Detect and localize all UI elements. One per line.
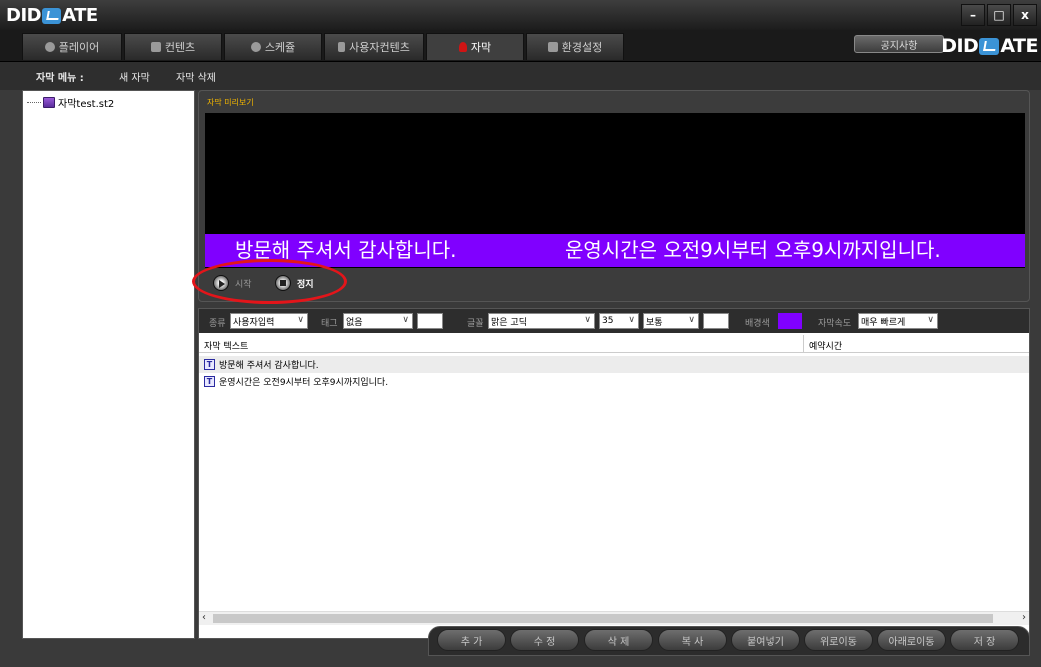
tag-label: 태그 [321, 319, 338, 329]
col-time-header[interactable]: 예약시간 [809, 339, 842, 352]
speed-select[interactable]: 매우 빠르게 ∨ [858, 313, 938, 329]
tree-item-label: 자막test.st2 [58, 99, 115, 110]
logo-suffix: ATE [62, 5, 98, 26]
font-style-select[interactable]: 보통 ∨ [643, 313, 699, 329]
logo-mark-icon [979, 37, 1000, 55]
tab-label: 컨텐츠 [164, 41, 196, 54]
scroll-left-icon[interactable]: ‹ [202, 612, 206, 623]
delete-button[interactable]: 삭 제 [584, 629, 653, 651]
copy-button[interactable]: 복 사 [658, 629, 727, 651]
subtitle-menu: 자막 메뉴 : 새 자막 자막 삭제 [0, 62, 1041, 90]
font-select[interactable]: 맑은 고딕 ∨ [488, 313, 595, 329]
new-subtitle-button[interactable]: 새 자막 [119, 69, 150, 84]
font-label: 글꼴 [467, 319, 484, 329]
type-value: 사용자입력 [233, 317, 275, 328]
subtitle-toolbar: 종류 사용자입력 ∨ 태그 없음 ∨ 글꼴 맑은 고딕 ∨ 35 ∨ 보통 ∨ 배경색 자… [199, 309, 1029, 333]
contents-icon [150, 42, 161, 52]
subtitle-file-icon [43, 97, 55, 108]
logo-text: DID [941, 35, 979, 57]
tab-label: 환경설정 [561, 41, 603, 54]
tag-value: 없음 [346, 317, 363, 328]
subtitle-marquee: 방문해 주셔서 감사합니다. 운영시간은 오전9시부터 오후9시까지입니다. [205, 234, 1025, 267]
grid-header: 자막 텍스트 예약시간 [199, 335, 1029, 353]
font-value: 맑은 고딕 [491, 317, 527, 328]
font-color-swatch[interactable] [703, 313, 729, 329]
tree-connector [27, 102, 41, 103]
type-select[interactable]: 사용자입력 ∨ [230, 313, 308, 329]
tree-item-file[interactable]: 자막test.st2 [27, 95, 114, 110]
maximize-button[interactable]: □ [987, 4, 1011, 26]
text-type-icon: T [204, 359, 215, 370]
chevron-down-icon: ∨ [402, 315, 409, 325]
save-button[interactable]: 저 장 [950, 629, 1019, 651]
font-size-value: 35 [602, 316, 614, 326]
action-bar: 추 가 수 정 삭 제 복 사 붙여넣기 위로이동 아래로이동 저 장 [428, 626, 1030, 656]
chevron-down-icon: ∨ [628, 315, 635, 325]
play-icon [44, 42, 55, 52]
move-up-button[interactable]: 위로이동 [804, 629, 873, 651]
text-color-swatch[interactable] [417, 313, 443, 329]
subtitle-icon [458, 42, 467, 52]
logo-text: DID [6, 5, 42, 26]
close-button[interactable]: x [1013, 4, 1037, 26]
paste-button[interactable]: 붙여넣기 [731, 629, 800, 651]
horizontal-scrollbar[interactable]: ‹ › [199, 611, 1029, 625]
marquee-text-2: 운영시간은 오전9시부터 오후9시까지입니다. [565, 238, 941, 262]
speed-label: 자막속도 [818, 319, 852, 329]
user-content-icon [338, 42, 346, 52]
highlight-circle [192, 259, 347, 304]
bg-color-swatch[interactable] [778, 313, 802, 329]
tab-label: 자막 [470, 41, 492, 54]
table-row[interactable]: T 방문해 주셔서 감사합니다. [199, 356, 1029, 373]
tab-schedule[interactable]: 스케쥴 [224, 33, 322, 60]
row-text: 방문해 주셔서 감사합니다. [219, 361, 319, 371]
tag-select[interactable]: 없음 ∨ [343, 313, 413, 329]
tab-player[interactable]: 플레이어 [22, 33, 122, 60]
move-down-button[interactable]: 아래로이동 [877, 629, 946, 651]
scroll-right-icon[interactable]: › [1022, 612, 1026, 623]
font-size-select[interactable]: 35 ∨ [599, 313, 639, 329]
column-divider [803, 335, 804, 353]
preview-screen: 방문해 주셔서 감사합니다. 운영시간은 오전9시부터 오후9시까지입니다. [205, 113, 1025, 268]
delete-subtitle-button[interactable]: 자막 삭제 [176, 69, 216, 84]
title-bar: DID ATE – □ x [0, 0, 1041, 30]
tab-label: 스케쥴 [264, 41, 296, 54]
scrollbar-thumb[interactable] [213, 614, 993, 623]
chevron-down-icon: ∨ [927, 315, 934, 325]
speed-value: 매우 빠르게 [861, 317, 906, 328]
chevron-down-icon: ∨ [584, 315, 591, 325]
tab-user-content[interactable]: 사용자컨텐츠 [324, 33, 424, 60]
tab-contents[interactable]: 컨텐츠 [124, 33, 222, 60]
col-text-header[interactable]: 자막 텍스트 [204, 339, 248, 352]
font-style-value: 보통 [646, 317, 663, 328]
add-button[interactable]: 추 가 [437, 629, 506, 651]
subtitle-file-tree: 자막test.st2 [22, 90, 195, 639]
brand-logo: DID ATE [941, 35, 1038, 57]
logo-mark-icon [42, 7, 62, 24]
settings-icon [547, 42, 558, 52]
schedule-icon [250, 42, 261, 52]
preview-title: 자막 미리보기 [207, 98, 254, 107]
app-window: DID ATE – □ x 플레이어 컨텐츠 스케쥴 사용자컨텐츠 자막 환경설정… [0, 0, 1041, 667]
text-type-icon: T [204, 376, 215, 387]
menu-title: 자막 메뉴 : [36, 72, 84, 84]
notice-button[interactable]: 공지사항 [854, 35, 944, 53]
tab-bar: 플레이어 컨텐츠 스케쥴 사용자컨텐츠 자막 환경설정 공지사항 DID ATE [0, 30, 1041, 62]
minimize-button[interactable]: – [961, 4, 985, 26]
edit-button[interactable]: 수 정 [510, 629, 579, 651]
tab-label: 플레이어 [58, 41, 100, 54]
row-text: 운영시간은 오전9시부터 오후9시까지입니다. [219, 378, 389, 388]
bg-color-label: 배경색 [745, 319, 770, 329]
table-row[interactable]: T 운영시간은 오전9시부터 오후9시까지입니다. [199, 373, 1029, 390]
app-logo: DID ATE [6, 5, 98, 26]
chevron-down-icon: ∨ [688, 315, 695, 325]
tab-label: 사용자컨텐츠 [349, 41, 410, 54]
type-label: 종류 [209, 319, 226, 329]
subtitle-editor: 종류 사용자입력 ∨ 태그 없음 ∨ 글꼴 맑은 고딕 ∨ 35 ∨ 보통 ∨ 배경색 자… [198, 308, 1030, 639]
logo-suffix: ATE [1000, 35, 1038, 57]
tab-subtitle[interactable]: 자막 [426, 33, 524, 60]
chevron-down-icon: ∨ [297, 315, 304, 325]
tab-settings[interactable]: 환경설정 [526, 33, 624, 60]
